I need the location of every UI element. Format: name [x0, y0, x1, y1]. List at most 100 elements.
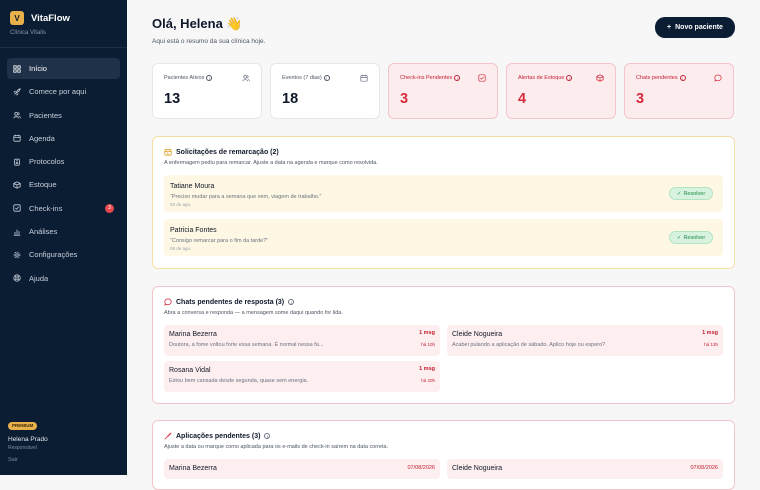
patient-name: Marina Bezerra — [169, 465, 217, 472]
calendar-icon — [13, 134, 21, 142]
chat-preview: Estou bem cansada desde segunda, quase s… — [169, 378, 309, 384]
request-date: 08 de ago. — [170, 246, 192, 251]
sidebar-footer: PREMIUM Helena Prado Responsável Sair — [8, 420, 48, 463]
chat-time: há 20h — [421, 378, 435, 383]
patient-name: Cleide Nogueira — [452, 331, 503, 338]
sidebar-item-label: Comece por aqui — [29, 87, 87, 97]
page-title: Olá, Helena 👋 — [152, 16, 243, 31]
brand-logo: V — [10, 11, 24, 25]
box-icon — [596, 74, 604, 82]
plan-badge: PREMIUM — [8, 421, 38, 430]
info-icon: i — [679, 75, 686, 81]
patient-name: Cleide Nogueira — [452, 465, 503, 472]
panel-title: Chats pendentes de resposta (3) i — [164, 298, 295, 306]
panel-title: Solicitações de remarcação (2) — [164, 148, 279, 156]
panel-title-text: Solicitações de remarcação (2) — [176, 148, 279, 156]
info-icon: i — [264, 433, 271, 439]
stat-value: 4 — [518, 91, 527, 107]
chat-item[interactable]: Marina Bezerra Doutora, a fome voltou fo… — [164, 325, 440, 356]
plus-icon: + — [667, 24, 672, 31]
sidebar-item-label: Check-ins — [29, 203, 63, 213]
sidebar-item-label: Ajuda — [29, 273, 49, 283]
stat-label: Alertas de Estoque i — [518, 75, 573, 81]
stat-label-text: Check-ins Pendentes — [400, 75, 453, 81]
sidebar-item-inicio[interactable]: Início — [7, 58, 120, 79]
application-item[interactable]: Marina Bezerra 07/08/2026 — [164, 459, 440, 479]
reschedule-item[interactable]: Patricia Fontes “Consigo remarcar para o… — [164, 219, 723, 256]
check-icon: ✓ — [676, 190, 682, 197]
clipboard-icon — [13, 158, 21, 166]
reschedule-requests-panel: Solicitações de remarcação (2) A enferma… — [152, 136, 735, 269]
grid-icon — [13, 64, 21, 73]
checkins-count-badge: 3 — [105, 203, 114, 213]
sidebar-item-label: Configurações — [29, 250, 78, 260]
check-square-icon — [478, 74, 486, 82]
info-icon: i — [206, 75, 213, 81]
chat-icon — [164, 298, 172, 306]
unread-count: 1 msg — [419, 366, 435, 372]
stat-card-events[interactable]: Eventos (7 dias) i 18 — [270, 63, 380, 119]
chat-preview: Acabei pulando a aplicação de sábado. Ap… — [452, 342, 606, 348]
application-date: 07/08/2026 — [407, 465, 435, 471]
stat-card-active-patients[interactable]: Pacientes Ativos i 13 — [152, 63, 262, 119]
sidebar: V VitaFlow Clínica Vitalis Início Comece… — [0, 0, 127, 475]
brand-name: VitaFlow — [31, 12, 70, 24]
sidebar-item-estoque[interactable]: Estoque — [7, 174, 120, 195]
request-date: 08 de ago. — [170, 202, 192, 207]
stat-label-text: Eventos (7 dias) — [282, 75, 322, 81]
sidebar-item-agenda[interactable]: Agenda — [7, 128, 120, 149]
sidebar-item-comece[interactable]: Comece por aqui — [7, 81, 120, 102]
patient-name: Patricia Fontes — [170, 227, 217, 234]
stat-label: Eventos (7 dias) i — [282, 75, 330, 81]
sidebar-item-analises[interactable]: Análises — [7, 221, 120, 242]
sidebar-divider — [0, 47, 127, 48]
stat-card-pending-chats[interactable]: Chats pendentes i 3 — [624, 63, 734, 119]
stat-value: 3 — [400, 91, 409, 107]
pending-applications-panel: Aplicações pendentes (3) i Ajuste a data… — [152, 420, 735, 490]
sidebar-item-label: Estoque — [29, 180, 57, 190]
unread-count: 1 msg — [702, 330, 718, 336]
stat-label-text: Alertas de Estoque — [518, 75, 565, 81]
stat-card-stock-alerts[interactable]: Alertas de Estoque i 4 — [506, 63, 616, 119]
sidebar-item-protocolos[interactable]: Protocolos — [7, 151, 120, 172]
panel-subtitle: Abra a conversa e responda — a mensagem … — [164, 310, 343, 316]
resolve-button[interactable]: ✓ Resolver — [669, 187, 713, 200]
stat-value: 3 — [636, 91, 645, 107]
info-icon: i — [566, 75, 573, 81]
stat-card-pending-checkins[interactable]: Check-ins Pendentes i 3 — [388, 63, 498, 119]
stat-label-text: Pacientes Ativos — [164, 75, 205, 81]
sidebar-item-configuracoes[interactable]: Configurações — [7, 244, 120, 265]
chat-item[interactable]: Rosana Vidal Estou bem cansada desde seg… — [164, 361, 440, 392]
info-icon: i — [454, 75, 461, 81]
clinic-name: Clínica Vitalis — [10, 30, 46, 36]
chat-time: há 10h — [421, 342, 435, 347]
application-date: 07/08/2026 — [690, 465, 718, 471]
new-patient-button[interactable]: + Novo paciente — [655, 17, 735, 38]
sidebar-item-pacientes[interactable]: Pacientes — [7, 105, 120, 126]
chat-item[interactable]: Cleide Nogueira Acabei pulando a aplicaç… — [447, 325, 723, 356]
logout-link[interactable]: Sair — [8, 457, 48, 463]
sidebar-item-checkins[interactable]: Check-ins 3 — [7, 198, 120, 219]
info-icon: i — [323, 75, 330, 81]
brand[interactable]: V VitaFlow — [10, 11, 70, 25]
users-icon — [13, 111, 21, 119]
users-icon — [242, 74, 250, 82]
stat-label-text: Chats pendentes — [636, 75, 678, 81]
stat-value: 18 — [282, 91, 299, 107]
sidebar-item-label: Protocolos — [29, 157, 65, 167]
sidebar-item-label: Pacientes — [29, 110, 62, 120]
panel-subtitle: Ajuste a data ou marque como aplicada pa… — [164, 444, 389, 450]
sidebar-nav: Início Comece por aqui Pacientes Agenda … — [7, 58, 120, 291]
help-icon — [13, 274, 21, 282]
patient-name: Marina Bezerra — [169, 331, 217, 338]
application-item[interactable]: Cleide Nogueira 07/08/2026 — [447, 459, 723, 479]
check-square-icon — [13, 204, 21, 212]
unread-count: 1 msg — [419, 330, 435, 336]
calendar-clock-icon — [164, 148, 172, 156]
pending-chats-panel: Chats pendentes de resposta (3) i Abra a… — [152, 286, 735, 404]
request-message: “Preciso mudar para a semana que vem, vi… — [170, 194, 322, 200]
patient-name: Rosana Vidal — [169, 367, 211, 374]
resolve-button[interactable]: ✓ Resolver — [669, 231, 713, 244]
reschedule-item[interactable]: Tatiane Moura “Preciso mudar para a sema… — [164, 175, 723, 212]
sidebar-item-ajuda[interactable]: Ajuda — [7, 268, 120, 289]
